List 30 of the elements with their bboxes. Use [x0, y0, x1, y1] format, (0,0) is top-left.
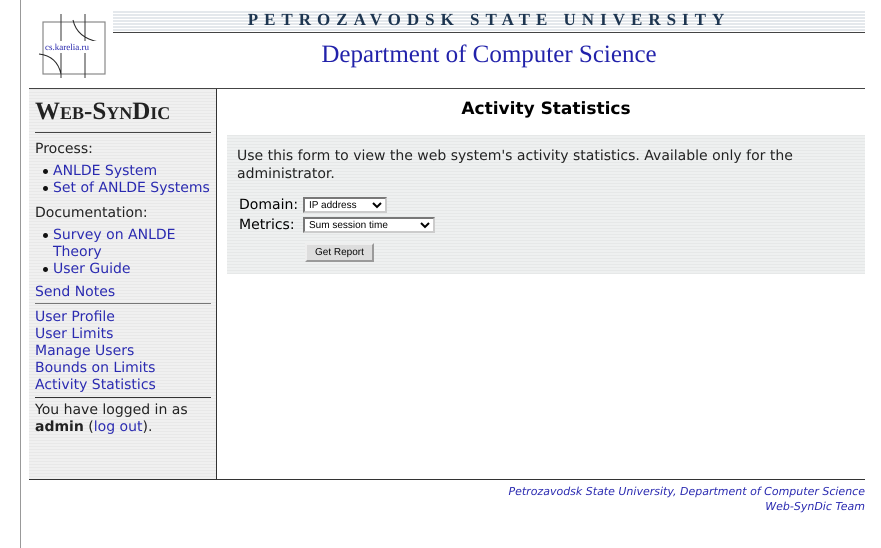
admin-link[interactable]: Activity Statistics: [35, 377, 156, 394]
university-name: PETROZAVODSK STATE UNIVERSITY: [113, 10, 865, 33]
bullet-icon: [43, 233, 48, 238]
nav-link[interactable]: Survey on ANLDE Theory: [53, 227, 211, 261]
dropdown[interactable]: Sum session time: [303, 217, 435, 233]
admin-link[interactable]: User Profile: [35, 309, 115, 326]
bullet-icon: [43, 169, 48, 174]
nav-link[interactable]: Send Notes: [35, 284, 211, 303]
admin-link[interactable]: Manage Users: [35, 343, 134, 360]
footer-text: Petrozavodsk State University, Department of Computer Science: [507, 484, 865, 499]
footer-text: Web-SynDic Team: [764, 499, 865, 514]
nav-link[interactable]: ANLDE System: [53, 163, 158, 180]
app-title: Web-SynDic: [35, 93, 211, 133]
bullet-icon: [43, 267, 48, 272]
logout-link[interactable]: log out: [94, 419, 142, 435]
nav-link[interactable]: Set of ANLDE Systems: [53, 180, 210, 197]
field-label: Metrics:: [239, 217, 296, 233]
admin-link[interactable]: User Limits: [35, 326, 114, 343]
get-report-button[interactable]: Get Report: [305, 243, 374, 262]
login-status: You have logged in as admin (log out).: [35, 401, 189, 436]
intro-text: Use this form to view the web system's activity statistics. Available only for the administrator.: [237, 147, 794, 183]
field-label: Domain:: [239, 197, 300, 213]
nav-link[interactable]: User Guide: [53, 261, 130, 278]
admin-link[interactable]: Bounds on Limits: [35, 360, 156, 377]
department-name: Department of Computer Science: [321, 41, 657, 69]
bullet-icon: [43, 186, 48, 191]
page-title: Activity Statistics: [460, 99, 632, 119]
section-heading: Documentation:: [35, 205, 149, 221]
section-heading: Process:: [35, 141, 94, 157]
dropdown[interactable]: IP address: [303, 197, 387, 213]
